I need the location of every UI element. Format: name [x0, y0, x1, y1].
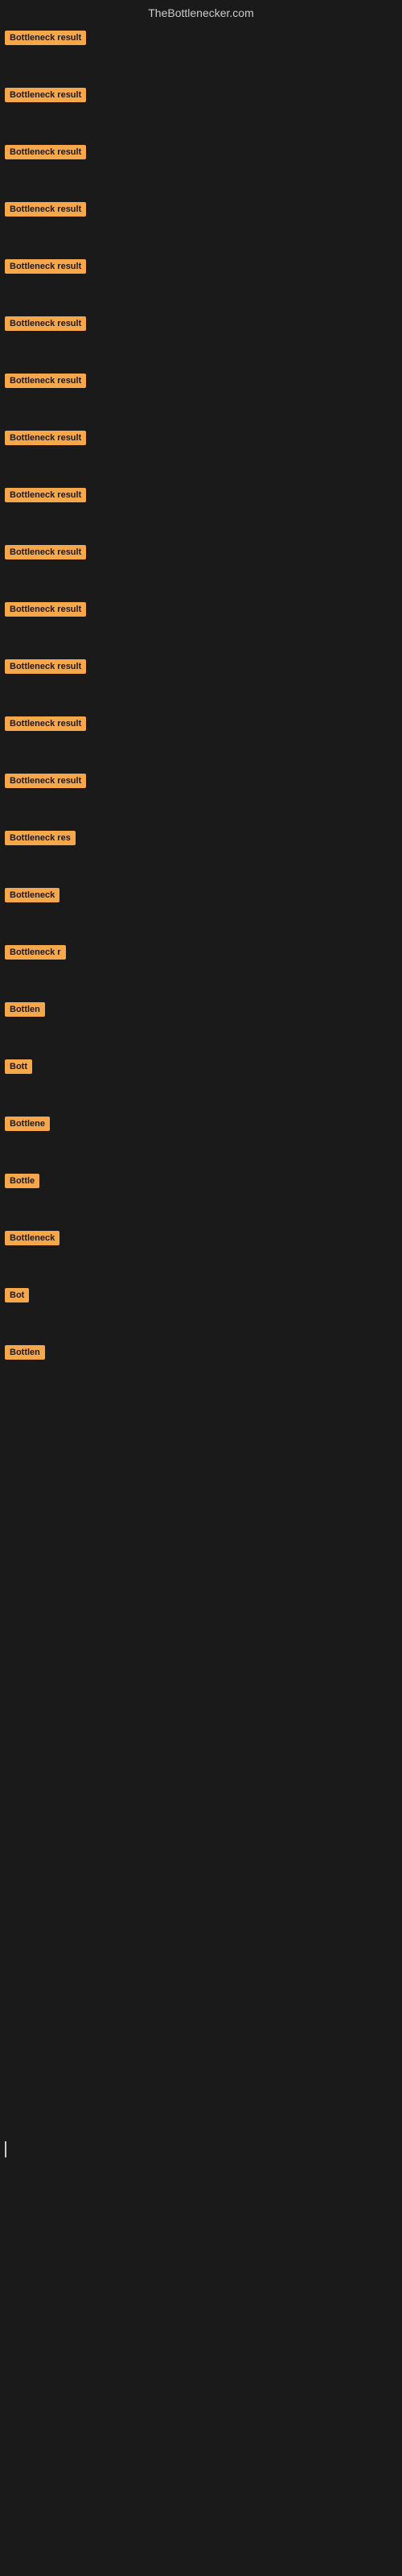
bottleneck-section-22: Bottleneck: [0, 1199, 402, 1256]
list-item: Bottlen: [5, 1344, 402, 1365]
list-item: Bottleneck result: [5, 258, 402, 279]
list-item: Bottleneck: [5, 1229, 402, 1251]
list-item: Bottleneck result: [5, 715, 402, 737]
list-item: Bottleneck result: [5, 543, 402, 565]
bottleneck-section-14: Bottleneck result: [0, 741, 402, 799]
bottleneck-section-12: Bottleneck result: [0, 627, 402, 684]
bottleneck-badge-7[interactable]: Bottleneck result: [5, 374, 86, 388]
bottleneck-section-5: Bottleneck result: [0, 227, 402, 284]
list-item: Bottleneck result: [5, 486, 402, 508]
bottleneck-section-16: Bottleneck: [0, 856, 402, 913]
bottleneck-badge-4[interactable]: Bottleneck result: [5, 202, 86, 217]
bottleneck-badge-2[interactable]: Bottleneck result: [5, 88, 86, 102]
bottleneck-section-13: Bottleneck result: [0, 684, 402, 741]
bottleneck-badge-19[interactable]: Bott: [5, 1059, 32, 1074]
list-item: Bottlen: [5, 1001, 402, 1022]
list-item: Bottleneck result: [5, 143, 402, 165]
bottleneck-section-2: Bottleneck result: [0, 56, 402, 113]
text-cursor: [5, 2141, 6, 2157]
bottleneck-badge-11[interactable]: Bottleneck result: [5, 602, 86, 617]
bottleneck-badge-1[interactable]: Bottleneck result: [5, 31, 86, 45]
bottleneck-badge-3[interactable]: Bottleneck result: [5, 145, 86, 159]
bottleneck-badge-6[interactable]: Bottleneck result: [5, 316, 86, 331]
list-item: Bott: [5, 1058, 402, 1080]
bottleneck-section-3: Bottleneck result: [0, 113, 402, 170]
bottleneck-section-10: Bottleneck result: [0, 513, 402, 570]
bottleneck-badge-20[interactable]: Bottlene: [5, 1117, 50, 1131]
bottleneck-badge-5[interactable]: Bottleneck result: [5, 259, 86, 274]
items-container: Bottleneck result Bottleneck result Bottle…: [0, 23, 402, 1370]
bottleneck-badge-21[interactable]: Bottle: [5, 1174, 39, 1188]
bottleneck-section-1: Bottleneck result: [0, 23, 402, 56]
bottleneck-badge-23[interactable]: Bot: [5, 1288, 29, 1302]
bottleneck-section-7: Bottleneck result: [0, 341, 402, 398]
list-item: Bottleneck res: [5, 829, 402, 851]
list-item: Bottleneck result: [5, 658, 402, 679]
bottleneck-section-6: Bottleneck result: [0, 284, 402, 341]
bottleneck-section-17: Bottleneck r: [0, 913, 402, 970]
bottleneck-badge-9[interactable]: Bottleneck result: [5, 488, 86, 502]
bottleneck-badge-12[interactable]: Bottleneck result: [5, 659, 86, 674]
list-item: Bot: [5, 1286, 402, 1308]
list-item: Bottleneck result: [5, 429, 402, 451]
list-item: Bottleneck result: [5, 601, 402, 622]
bottleneck-section-21: Bottle: [0, 1141, 402, 1199]
bottleneck-badge-8[interactable]: Bottleneck result: [5, 431, 86, 445]
bottleneck-section-20: Bottlene: [0, 1084, 402, 1141]
list-item: Bottle: [5, 1172, 402, 1194]
bottleneck-section-18: Bottlen: [0, 970, 402, 1027]
list-item: Bottleneck: [5, 886, 402, 908]
list-item: Bottleneck result: [5, 372, 402, 394]
list-item: Bottleneck result: [5, 29, 402, 51]
bottleneck-badge-24[interactable]: Bottlen: [5, 1345, 45, 1360]
bottleneck-section-9: Bottleneck result: [0, 456, 402, 513]
bottleneck-badge-17[interactable]: Bottleneck r: [5, 945, 66, 960]
list-item: Bottleneck r: [5, 943, 402, 965]
list-item: Bottleneck result: [5, 315, 402, 336]
bottleneck-section-24: Bottlen: [0, 1313, 402, 1370]
bottleneck-badge-10[interactable]: Bottleneck result: [5, 545, 86, 559]
list-item: Bottleneck result: [5, 772, 402, 794]
bottleneck-badge-16[interactable]: Bottleneck: [5, 888, 59, 902]
bottleneck-badge-14[interactable]: Bottleneck result: [5, 774, 86, 788]
bottleneck-badge-22[interactable]: Bottleneck: [5, 1231, 59, 1245]
bottleneck-badge-15[interactable]: Bottleneck res: [5, 831, 76, 845]
bottleneck-section-8: Bottleneck result: [0, 398, 402, 456]
bottleneck-section-4: Bottleneck result: [0, 170, 402, 227]
bottleneck-section-15: Bottleneck res: [0, 799, 402, 856]
bottleneck-section-11: Bottleneck result: [0, 570, 402, 627]
list-item: Bottleneck result: [5, 200, 402, 222]
bottleneck-section-23: Bot: [0, 1256, 402, 1313]
site-title: TheBottlenecker.com: [0, 0, 402, 23]
bottleneck-section-19: Bott: [0, 1027, 402, 1084]
bottleneck-badge-13[interactable]: Bottleneck result: [5, 716, 86, 731]
list-item: Bottlene: [5, 1115, 402, 1137]
list-item: Bottleneck result: [5, 86, 402, 108]
bottleneck-badge-18[interactable]: Bottlen: [5, 1002, 45, 1017]
